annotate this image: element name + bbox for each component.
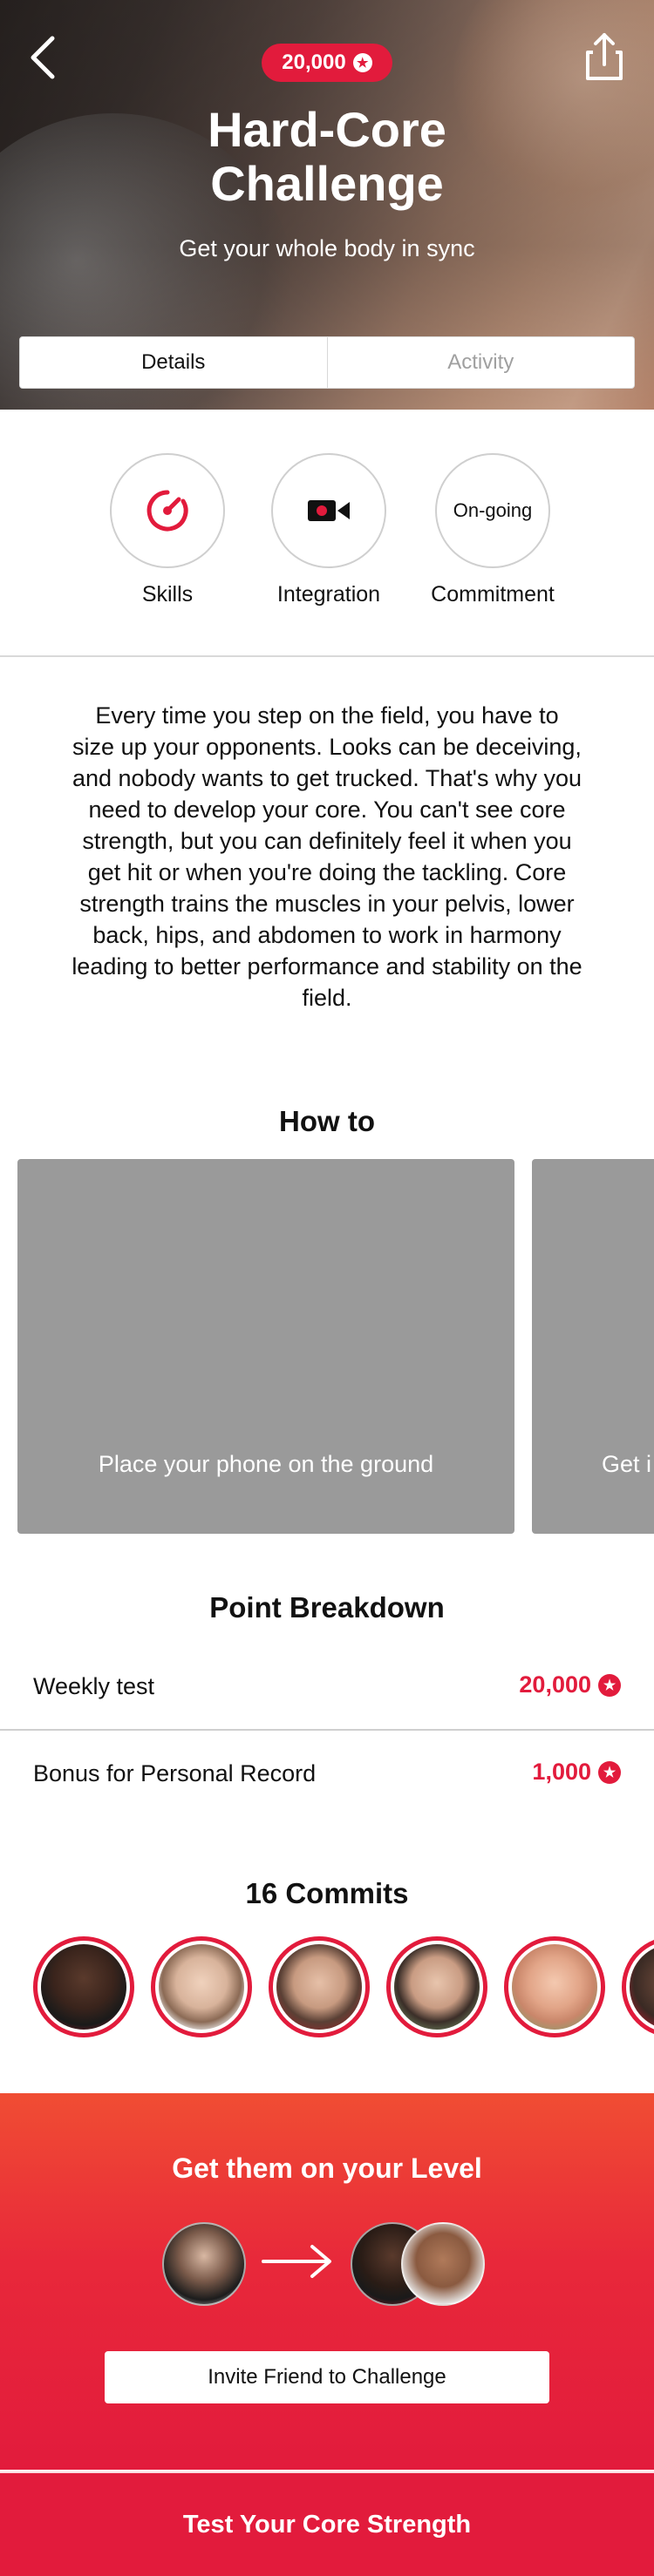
tab-details[interactable]: Details — [20, 337, 327, 388]
star-icon: ★ — [352, 53, 372, 72]
avatar — [401, 2222, 485, 2306]
share-icon — [586, 33, 623, 80]
avatar[interactable] — [33, 1936, 134, 2037]
feature-label: Commitment — [431, 582, 555, 607]
howto-card[interactable]: Place your phone on the ground — [17, 1159, 514, 1534]
point-breakdown-title: Point Breakdown — [209, 1591, 445, 1624]
feature-label: Integration — [276, 582, 381, 607]
avatar[interactable] — [622, 1936, 654, 2037]
feature-commitment: On-going Commitment — [414, 453, 571, 607]
point-label: Weekly test — [33, 1673, 155, 1699]
invite-friend-button[interactable]: Invite Friend to Challenge — [105, 2351, 549, 2403]
challenge-subtitle: Get your whole body in sync — [179, 235, 475, 261]
hero-banner: 20,000 ★ Hard-Core Challenge Get your wh… — [0, 0, 654, 410]
point-row: Bonus for Personal Record 1,000 ★ — [0, 1731, 654, 1818]
avatar[interactable] — [151, 1936, 252, 2037]
video-camera-icon — [308, 500, 350, 521]
point-label: Bonus for Personal Record — [33, 1760, 317, 1786]
tab-activity[interactable]: Activity — [326, 337, 635, 388]
point-value: 1,000 ★ — [532, 1759, 621, 1786]
invite-title: Get them on your Level — [172, 2152, 482, 2184]
tab-bar: Details Activity — [19, 336, 635, 389]
challenge-description: Every time you step on the field, you ha… — [72, 702, 582, 1011]
invite-section: Get them on your Level Invite Friend to … — [0, 2093, 654, 2470]
share-button[interactable] — [582, 31, 626, 84]
star-icon: ★ — [598, 1760, 621, 1784]
howto-caption: Get i — [602, 1451, 652, 1477]
points-badge: 20,000 ★ — [262, 44, 392, 82]
speedometer-icon — [146, 490, 188, 532]
howto-caption: Place your phone on the ground — [98, 1451, 434, 1477]
divider — [0, 655, 654, 657]
chevron-left-icon — [31, 36, 55, 79]
feature-integration: Integration — [250, 453, 407, 607]
commitment-status: On-going — [453, 499, 533, 521]
challenge-title: Hard-Core Challenge — [208, 102, 446, 211]
avatar — [162, 2222, 246, 2306]
point-row: Weekly test 20,000 ★ — [0, 1644, 654, 1731]
feature-label: Skills — [141, 582, 194, 607]
back-button[interactable] — [24, 33, 63, 82]
feature-list: Skills Integration On-going Commitment — [0, 453, 654, 612]
test-core-strength-button[interactable]: Test Your Core Strength — [0, 2471, 654, 2576]
feature-skills: Skills — [89, 453, 246, 607]
howto-card[interactable]: Get i — [532, 1159, 654, 1534]
arrow-right-icon — [262, 2245, 331, 2278]
avatar[interactable] — [269, 1936, 370, 2037]
point-value: 20,000 ★ — [519, 1671, 621, 1698]
points-value: 20,000 — [282, 51, 346, 74]
commit-avatar-list — [33, 1936, 654, 2041]
avatar[interactable] — [504, 1936, 605, 2037]
avatar[interactable] — [386, 1936, 487, 2037]
howto-title: How to — [279, 1105, 375, 1137]
star-icon: ★ — [598, 1673, 621, 1697]
commits-title: 16 Commits — [245, 1877, 409, 1909]
